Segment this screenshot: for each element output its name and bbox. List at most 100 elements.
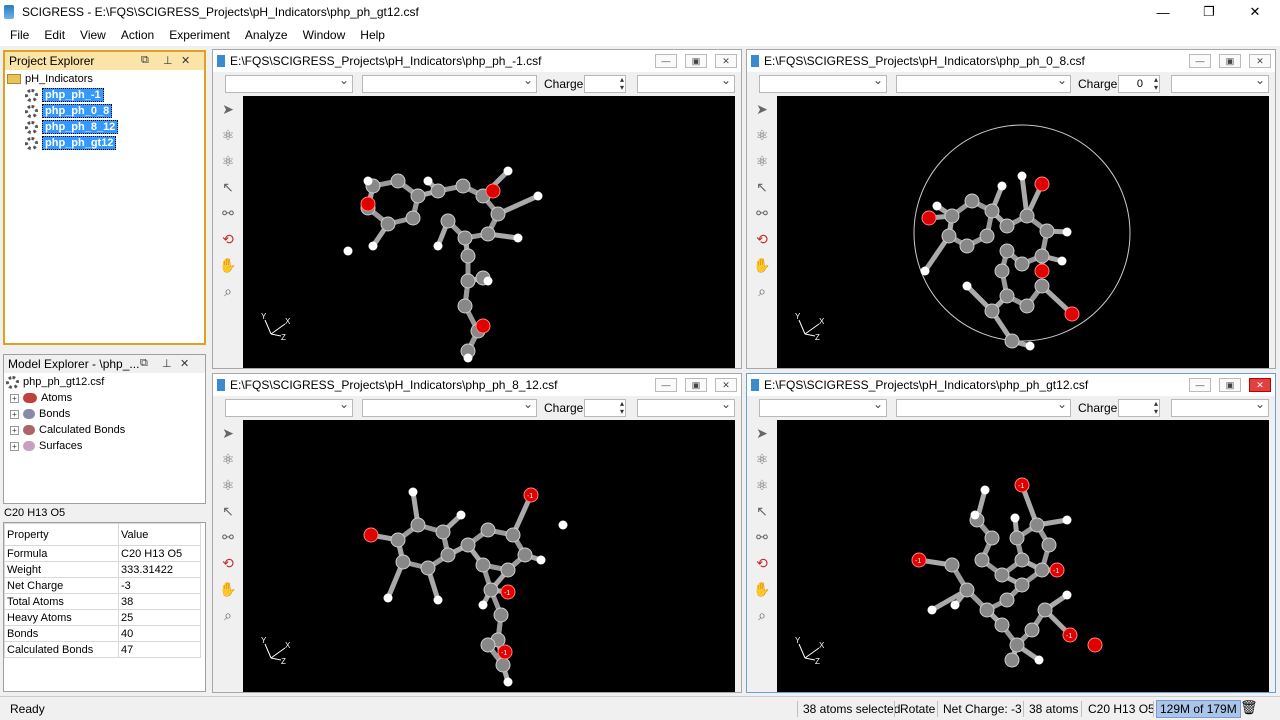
zoom-icon[interactable]: ⌕ — [753, 282, 771, 300]
bond-tool-icon[interactable]: ⚯ — [753, 528, 771, 546]
carbon-atom[interactable] — [460, 537, 476, 553]
carbon-atom[interactable] — [1039, 223, 1055, 239]
carbon-atom[interactable] — [1034, 278, 1050, 294]
oxygen-atom[interactable] — [363, 527, 379, 543]
molecule-view[interactable]: -1 -1 -1 -1 Y XZ — [777, 420, 1269, 692]
carbon-atom[interactable] — [495, 657, 511, 673]
add-atom-icon[interactable]: ⚛ — [753, 126, 771, 144]
carbon-atom[interactable] — [1014, 256, 1030, 272]
molecule-view[interactable]: Y XZ — [777, 96, 1269, 368]
hydrogen-atom[interactable] — [920, 266, 930, 276]
carbon-atom[interactable] — [480, 522, 496, 538]
carbon-atom[interactable] — [1034, 562, 1050, 578]
carbon-atom[interactable] — [1004, 333, 1020, 349]
expand-icon[interactable]: + — [10, 425, 19, 435]
carbon-atom[interactable] — [390, 173, 406, 189]
hydrogen-atom[interactable] — [1017, 171, 1027, 181]
molecule-window[interactable]: E:\FQS\SCIGRESS_Projects\pH_Indicators\p… — [212, 373, 742, 693]
element-combo[interactable] — [759, 73, 887, 93]
menu-experiment[interactable]: Experiment — [169, 28, 230, 42]
table-row[interactable]: Net Charge -3 — [3, 577, 201, 594]
element-combo[interactable] — [225, 73, 353, 93]
add-atom-icon[interactable]: ⚛ — [219, 126, 237, 144]
carbon-atom[interactable] — [505, 527, 521, 543]
hydrogen-atom[interactable] — [536, 555, 546, 565]
expand-icon[interactable]: + — [10, 409, 19, 419]
close-panel-icon[interactable]: ✕ — [180, 357, 189, 370]
table-row[interactable]: Bonds 40 — [3, 625, 201, 642]
project-root[interactable]: pH_Indicators — [7, 71, 204, 87]
carbon-atom[interactable] — [979, 602, 995, 618]
hydrogen-atom[interactable] — [932, 201, 942, 211]
doc-restore-icon[interactable]: ▣ — [1219, 54, 1241, 68]
rotate-tool-icon[interactable]: ⟲ — [219, 554, 237, 572]
menu-action[interactable]: Action — [121, 28, 154, 42]
charge-spinner[interactable] — [584, 75, 626, 93]
element-combo[interactable] — [225, 397, 353, 417]
zoom-icon[interactable]: ⌕ — [753, 606, 771, 624]
select-bond-icon[interactable]: ↖ — [219, 502, 237, 520]
table-row[interactable]: Formula C20 H13 O5 — [3, 545, 201, 562]
carbon-atom[interactable] — [999, 218, 1015, 234]
hydrogen-atom[interactable] — [463, 353, 473, 363]
carbon-atom[interactable] — [410, 517, 426, 533]
hydrogen-atom[interactable] — [1062, 227, 1072, 237]
table-row[interactable]: Weight 333.31422 — [3, 561, 201, 578]
carbon-atom[interactable] — [944, 557, 960, 573]
carbon-atom[interactable] — [390, 532, 406, 548]
hybrid-combo[interactable] — [896, 397, 1071, 417]
hydrogen-atom[interactable] — [533, 191, 543, 201]
hydrogen-atom[interactable] — [343, 246, 353, 256]
doc-restore-icon[interactable]: ▣ — [685, 54, 707, 68]
add-atom-icon[interactable]: ⚛ — [219, 450, 237, 468]
carbon-atom[interactable] — [517, 547, 533, 563]
hydrogen-atom[interactable] — [456, 510, 466, 520]
close-panel-icon[interactable]: ✕ — [181, 54, 190, 67]
float-icon[interactable]: ⧉ — [141, 54, 149, 67]
select-bond-icon[interactable]: ↖ — [219, 178, 237, 196]
carbon-atom[interactable] — [1029, 517, 1045, 533]
zoom-icon[interactable]: ⌕ — [219, 606, 237, 624]
select-fragment-icon[interactable]: ⚛ — [753, 476, 771, 494]
hydrogen-atom[interactable] — [970, 510, 980, 520]
carbon-atom[interactable] — [984, 530, 1000, 546]
model-item-atoms[interactable]: + Atoms — [6, 390, 205, 406]
geometry-combo[interactable] — [1171, 397, 1269, 417]
carbon-atom[interactable] — [941, 228, 957, 244]
charge-spinner[interactable] — [584, 399, 626, 417]
hydrogen-atom[interactable] — [363, 176, 373, 186]
carbon-atom[interactable] — [440, 547, 456, 563]
carbon-atom[interactable] — [455, 178, 471, 194]
hydrogen-atom[interactable] — [950, 600, 960, 610]
model-root[interactable]: php_ph_gt12.csf — [6, 374, 205, 390]
zoom-icon[interactable]: ⌕ — [219, 282, 237, 300]
pin-icon[interactable]: ⊥ — [162, 357, 172, 370]
molecule-viewport[interactable]: Y XZ — [777, 96, 1269, 368]
menu-edit[interactable]: Edit — [44, 28, 65, 42]
hydrogen-atom[interactable] — [433, 241, 443, 251]
oxygen-atom[interactable] — [360, 196, 376, 212]
expand-icon[interactable]: + — [10, 393, 19, 403]
select-arrow-icon[interactable]: ➤ — [753, 100, 771, 118]
table-row[interactable]: Total Atoms 38 — [3, 593, 201, 610]
menu-analyze[interactable]: Analyze — [245, 28, 288, 42]
menu-view[interactable]: View — [80, 28, 106, 42]
oxygen-atom[interactable] — [1064, 306, 1080, 322]
select-bond-icon[interactable]: ↖ — [753, 502, 771, 520]
carbon-atom[interactable] — [430, 183, 446, 199]
molecule-window[interactable]: E:\FQS\SCIGRESS_Projects\pH_Indicators\p… — [746, 49, 1276, 369]
expand-icon[interactable]: + — [10, 441, 19, 451]
carbon-atom[interactable] — [979, 228, 995, 244]
hydrogen-atom[interactable] — [423, 176, 433, 186]
molecule-view[interactable]: -1 -1 -1 Y XZ — [243, 420, 735, 692]
carbon-atom[interactable] — [410, 188, 426, 204]
charge-spinner[interactable] — [1118, 399, 1160, 417]
hydrogen-atom[interactable] — [927, 605, 937, 615]
hydrogen-atom[interactable] — [368, 241, 378, 251]
hydrogen-atom[interactable] — [1025, 341, 1035, 351]
select-arrow-icon[interactable]: ➤ — [753, 424, 771, 442]
select-arrow-icon[interactable]: ➤ — [219, 424, 237, 442]
menu-help[interactable]: Help — [360, 28, 385, 42]
hydrogen-atom[interactable] — [1034, 655, 1044, 665]
doc-close-icon[interactable]: ✕ — [715, 54, 737, 68]
